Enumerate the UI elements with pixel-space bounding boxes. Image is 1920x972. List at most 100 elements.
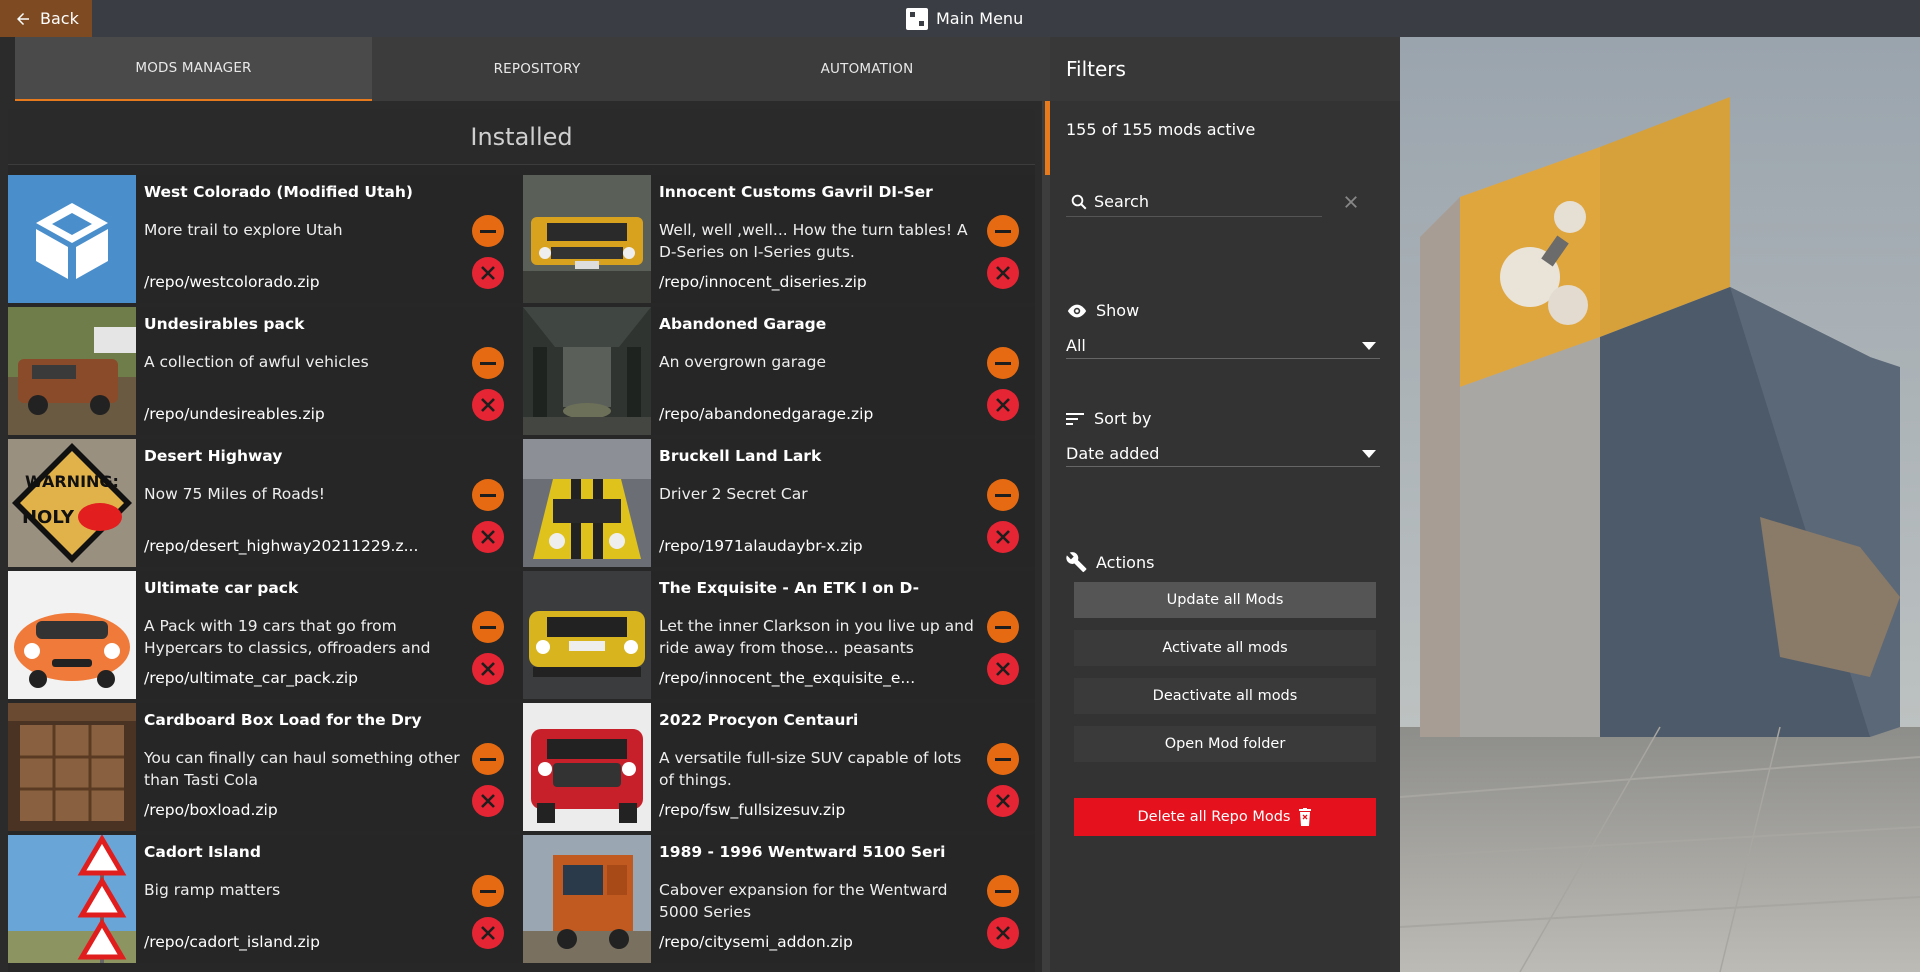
actions-label-text: Actions: [1096, 552, 1155, 572]
remove-mod-button[interactable]: [987, 785, 1019, 817]
remove-mod-button[interactable]: [472, 653, 504, 685]
show-select[interactable]: All: [1066, 333, 1380, 359]
activate-all-mods-button[interactable]: Activate all mods: [1074, 630, 1376, 666]
scene-background: [1400, 37, 1920, 972]
tab-mods-manager[interactable]: MODS MANAGER: [15, 37, 372, 101]
main-menu-label: Main Menu: [936, 9, 1024, 28]
deactivate-mod-button[interactable]: [472, 347, 504, 379]
mod-card[interactable]: 1989 - 1996 Wentward 5100 Seri Cabover ex…: [523, 835, 1035, 963]
close-icon: [996, 926, 1010, 940]
show-label-text: Show: [1096, 301, 1140, 320]
mod-card[interactable]: Abandoned Garage An overgrown garage/repo…: [523, 307, 1035, 435]
mod-thumbnail: WARNING: HOLY: [8, 439, 136, 567]
mod-card[interactable]: West Colorado (Modified Utah) More trail …: [8, 175, 523, 303]
mod-card[interactable]: Undesirables pack A collection of awful v…: [8, 307, 523, 435]
mod-description: A versatile full-size SUV capable of lot…: [659, 749, 962, 789]
mod-title: 1989 - 1996 Wentward 5100 Seri: [659, 843, 946, 861]
mod-title: 2022 Procyon Centauri: [659, 711, 859, 729]
scene-image: [1400, 37, 1920, 972]
mod-title: Bruckell Land Lark: [659, 447, 822, 465]
mod-card[interactable]: WARNING: HOLY Desert Highway Now 75 Miles o…: [8, 439, 523, 567]
mod-title: West Colorado (Modified Utah): [144, 183, 413, 201]
remove-mod-button[interactable]: [987, 521, 1019, 553]
filters-body: 155 of 155 mods active Show All Sort by …: [1050, 101, 1400, 972]
close-icon: [481, 266, 495, 280]
mod-thumbnail: [8, 835, 136, 963]
sort-label: Sort by: [1066, 409, 1152, 428]
deactivate-mod-button[interactable]: [987, 611, 1019, 643]
deactivate-mod-button[interactable]: [472, 479, 504, 511]
mod-card[interactable]: 2022 Procyon Centauri A versatile full-si…: [523, 703, 1035, 831]
sort-icon: [1066, 412, 1084, 425]
deactivate-mod-button[interactable]: [472, 611, 504, 643]
remove-mod-button[interactable]: [472, 257, 504, 289]
mod-path: /repo/fsw_fullsizesuv.zip: [659, 801, 846, 819]
mod-description: An overgrown garage: [659, 353, 827, 371]
deactivate-mod-button[interactable]: [987, 875, 1019, 907]
deactivate-mod-button[interactable]: [987, 479, 1019, 511]
close-icon: [481, 662, 495, 676]
deactivate-mod-button[interactable]: [472, 215, 504, 247]
svg-text:WARNING:: WARNING:: [25, 472, 119, 491]
sort-select[interactable]: Date added: [1066, 441, 1380, 467]
mod-card[interactable]: The Exquisite - An ETK I on D- Let the in…: [523, 571, 1035, 699]
back-button[interactable]: Back: [0, 0, 92, 37]
deactivate-mod-button[interactable]: [987, 215, 1019, 247]
mod-path: /repo/innocent_the_exquisite_e...: [659, 669, 916, 687]
show-label: Show: [1066, 301, 1139, 320]
mod-card[interactable]: Innocent Customs Gavril DI-Ser Well, well…: [523, 175, 1035, 303]
filters-header: Filters: [1050, 37, 1400, 101]
main-menu-title[interactable]: Main Menu: [906, 0, 1023, 37]
search-input[interactable]: [1094, 192, 1304, 211]
mod-thumbnail: [8, 571, 136, 699]
mod-description: A Pack with 19 cars that go from Hyperca…: [144, 617, 431, 657]
search-box[interactable]: [1066, 187, 1322, 217]
deactivate-all-mods-button[interactable]: Deactivate all mods: [1074, 678, 1376, 714]
remove-mod-button[interactable]: [987, 653, 1019, 685]
tab-automation[interactable]: AUTOMATION: [702, 37, 1032, 101]
remove-mod-button[interactable]: [987, 257, 1019, 289]
deactivate-mod-button[interactable]: [987, 743, 1019, 775]
back-label: Back: [40, 9, 79, 28]
search-icon: [1071, 194, 1087, 209]
close-icon: [481, 794, 495, 808]
close-icon: [996, 398, 1010, 412]
scrollbar-thumb[interactable]: [1042, 101, 1050, 972]
actions-label: Actions: [1066, 551, 1154, 573]
mod-title: Abandoned Garage: [659, 315, 827, 333]
main-menu-icon: [906, 7, 928, 30]
active-filter-accent: [1045, 101, 1050, 175]
remove-mod-button[interactable]: [472, 785, 504, 817]
mod-path: /repo/innocent_diseries.zip: [659, 273, 867, 291]
remove-mod-button[interactable]: [472, 389, 504, 421]
mod-path: /repo/1971alaudaybr-x.zip: [659, 537, 863, 555]
arrow-left-icon: [17, 12, 29, 25]
deactivate-mod-button[interactable]: [472, 875, 504, 907]
mod-title: Ultimate car pack: [144, 579, 299, 597]
mod-card[interactable]: Cadort Island Big ramp matters/repo/cador…: [8, 835, 523, 963]
mod-card[interactable]: Ultimate car pack A Pack with 19 cars tha…: [8, 571, 523, 699]
mod-card[interactable]: Cardboard Box Load for the Dry You can fi…: [8, 703, 523, 831]
mod-thumbnail: [523, 835, 651, 963]
remove-mod-button[interactable]: [987, 389, 1019, 421]
open-mod-folder-button[interactable]: Open Mod folder: [1074, 726, 1376, 762]
clear-search-icon[interactable]: [1342, 193, 1360, 211]
mod-grid: West Colorado (Modified Utah) More trail …: [8, 175, 1035, 963]
deactivate-mod-button[interactable]: [987, 347, 1019, 379]
tab-repository[interactable]: REPOSITORY: [372, 37, 702, 101]
mod-card[interactable]: Bruckell Land Lark Driver 2 Secret Car/re…: [523, 439, 1035, 567]
mod-path: /repo/boxload.zip: [144, 801, 278, 819]
update-all-mods-button[interactable]: Update all Mods: [1074, 582, 1376, 618]
delete-label: Delete all Repo Mods: [1137, 809, 1291, 825]
remove-mod-button[interactable]: [987, 917, 1019, 949]
search-row: [1066, 187, 1372, 217]
mod-description: More trail to explore Utah: [144, 221, 343, 239]
remove-mod-button[interactable]: [472, 917, 504, 949]
remove-mod-button[interactable]: [472, 521, 504, 553]
scrollbar[interactable]: [1042, 101, 1050, 972]
mod-description: You can finally can haul something other…: [144, 749, 460, 789]
installed-list[interactable]: Installed West Colorado (Modified Utah) M…: [8, 109, 1035, 972]
deactivate-mod-button[interactable]: [472, 743, 504, 775]
delete-all-repo-mods-button[interactable]: Delete all Repo Mods: [1074, 798, 1376, 836]
mod-description: Cabover expansion for the Wentward 5000 …: [659, 881, 948, 921]
